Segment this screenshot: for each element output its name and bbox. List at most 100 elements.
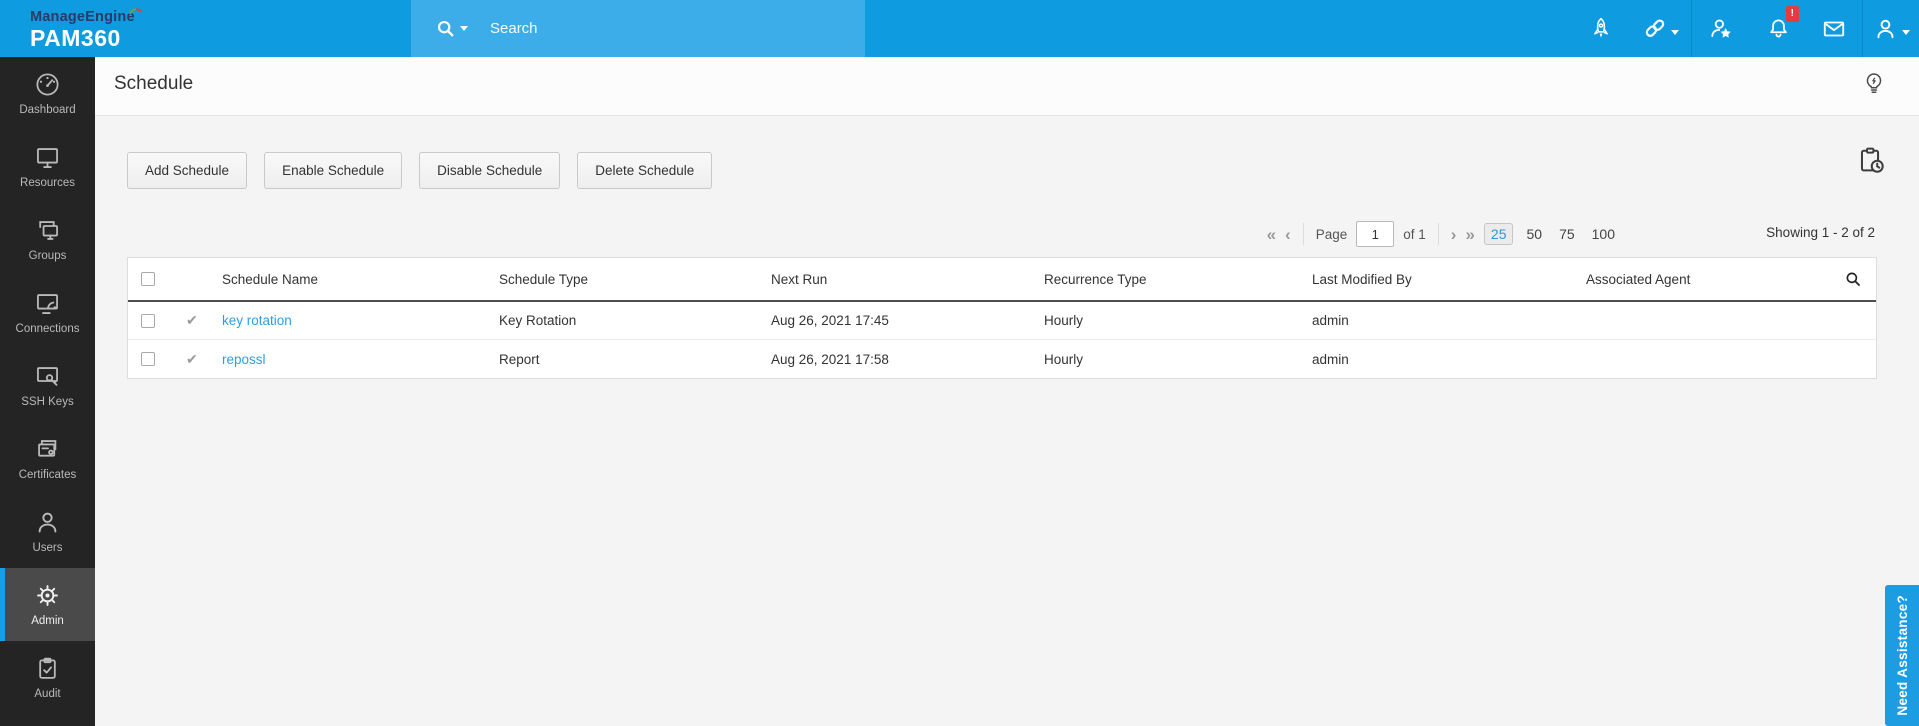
person-icon — [38, 512, 57, 533]
column-last-modified-by: Last Modified By — [1312, 271, 1412, 287]
table-header-row: Schedule Name Schedule Type Next Run Rec… — [128, 258, 1876, 302]
sidebar-item-users[interactable]: Users — [0, 495, 95, 568]
brand-logo[interactable]: ManageEngine PAM360 — [30, 8, 143, 51]
pager: « ‹ Page of 1 › » 25 50 75 100 — [1267, 219, 1619, 249]
delete-schedule-button[interactable]: Delete Schedule — [577, 152, 713, 189]
monitor-icon — [37, 148, 58, 168]
need-assistance-tab[interactable]: Need Assistance? — [1885, 585, 1919, 726]
pager-separator — [1302, 223, 1304, 245]
global-search-bar — [411, 0, 865, 57]
clipboard-check-icon — [39, 657, 56, 679]
disable-schedule-button[interactable]: Disable Schedule — [419, 152, 561, 189]
brand-company: ManageEngine — [30, 8, 143, 25]
user-star-icon[interactable] — [1692, 0, 1750, 57]
next-page-button[interactable]: › — [1451, 226, 1457, 243]
mail-icon[interactable] — [1806, 0, 1862, 57]
sidebar-item-label: SSH Keys — [21, 396, 74, 408]
recurrence-type-cell: Hourly — [1044, 351, 1084, 367]
sidebar-item-label: Connections — [15, 323, 80, 335]
monitor-dish-icon — [37, 294, 58, 314]
column-schedule-name: Schedule Name — [222, 271, 319, 287]
row-checkbox[interactable] — [141, 352, 155, 366]
last-modified-by-cell: admin — [1312, 313, 1349, 328]
schedule-toolbar: Add Schedule Enable Schedule Disable Sch… — [127, 152, 713, 189]
page-title: Schedule — [114, 73, 194, 94]
schedule-name-link[interactable]: key rotation — [222, 313, 292, 328]
column-recurrence-type: Recurrence Type — [1044, 271, 1147, 287]
search-scope-icon[interactable] — [435, 18, 468, 40]
help-bulb-icon[interactable] — [1862, 71, 1886, 102]
notification-badge: ! — [1785, 6, 1799, 22]
account-user-icon[interactable] — [1863, 0, 1919, 57]
sidebar-item-label: Dashboard — [19, 104, 76, 116]
table-search-icon[interactable] — [1844, 270, 1876, 288]
next-run-cell: Aug 26, 2021 17:45 — [771, 313, 889, 328]
notifications-bell-icon[interactable]: ! — [1750, 0, 1806, 57]
rocket-icon[interactable] — [1573, 0, 1629, 57]
sidebar-item-resources[interactable]: Resources — [0, 130, 95, 203]
table-row: ✔ repossl Report Aug 26, 2021 17:58 Hour… — [128, 340, 1876, 378]
sidebar-item-admin[interactable]: Admin — [0, 568, 95, 641]
certificate-cards-icon — [38, 440, 57, 457]
sidebar-item-label: Certificates — [18, 469, 77, 481]
page-number-input[interactable] — [1356, 221, 1395, 247]
sidebar-item-label: Resources — [20, 177, 75, 189]
sidebar-item-dashboard[interactable]: Dashboard — [0, 57, 95, 130]
add-schedule-button[interactable]: Add Schedule — [127, 152, 248, 189]
sidebar-item-audit[interactable]: Audit — [0, 641, 95, 714]
next-run-cell: Aug 26, 2021 17:58 — [771, 351, 889, 367]
gauge-icon — [36, 73, 59, 96]
page-size-100[interactable]: 100 — [1588, 224, 1619, 244]
recurrence-type-cell: Hourly — [1044, 313, 1084, 328]
topbar-actions: ! — [1573, 0, 1919, 57]
sidebar-item-certificates[interactable]: Certificates — [0, 422, 95, 495]
schedule-report-icon[interactable] — [1856, 145, 1887, 181]
first-page-button[interactable]: « — [1267, 226, 1276, 243]
sidebar-item-connections[interactable]: Connections — [0, 276, 95, 349]
page-size-75[interactable]: 75 — [1555, 224, 1579, 244]
pagination-row: « ‹ Page of 1 › » 25 50 75 100 Showing 1… — [127, 219, 1877, 249]
select-all-checkbox[interactable] — [141, 272, 155, 286]
sidebar-item-label: Groups — [28, 250, 67, 262]
schedule-table: Schedule Name Schedule Type Next Run Rec… — [127, 257, 1877, 379]
sidebar-item-label: Audit — [34, 688, 61, 700]
last-modified-by-cell: admin — [1312, 351, 1349, 367]
search-caret-icon — [460, 26, 468, 31]
showing-count: Showing 1 - 2 of 2 — [1766, 225, 1875, 240]
table-row: ✔ key rotation Key Rotation Aug 26, 2021… — [128, 302, 1876, 340]
monitors-icon — [39, 221, 58, 240]
topbar: ManageEngine PAM360 Search ! — [0, 0, 1919, 57]
page-size-25[interactable]: 25 — [1483, 223, 1514, 245]
last-page-button[interactable]: » — [1465, 226, 1474, 243]
schedule-name-link[interactable]: repossl — [222, 352, 266, 367]
sidebar-nav: Dashboard Resources Groups Connections S… — [0, 57, 95, 726]
enabled-check-icon: ✔ — [186, 350, 198, 367]
sidebar-item-groups[interactable]: Groups — [0, 203, 95, 276]
enable-schedule-button[interactable]: Enable Schedule — [264, 152, 403, 189]
brand-product: PAM360 — [30, 25, 121, 51]
sidebar-item-label: Users — [32, 542, 63, 554]
schedule-type-cell: Key Rotation — [499, 313, 577, 328]
account-caret-icon — [1901, 30, 1910, 35]
column-schedule-type: Schedule Type — [499, 271, 589, 287]
page-header: Schedule — [95, 57, 1919, 116]
sidebar-item-label: Admin — [31, 615, 64, 627]
link-icon[interactable] — [1629, 0, 1691, 57]
need-assistance-label: Need Assistance? — [1894, 595, 1910, 716]
monitor-key-icon — [37, 367, 58, 386]
brand-swoosh-icon — [128, 4, 143, 20]
prev-page-button[interactable]: ‹ — [1285, 226, 1291, 243]
page-size-50[interactable]: 50 — [1522, 224, 1546, 244]
page-of-label: of 1 — [1403, 226, 1426, 242]
enabled-check-icon: ✔ — [186, 312, 198, 328]
link-caret-icon — [1670, 30, 1679, 35]
pager-separator — [1437, 223, 1439, 245]
search-input[interactable] — [490, 20, 820, 37]
page-label: Page — [1315, 226, 1348, 242]
row-checkbox[interactable] — [141, 313, 155, 328]
sidebar-item-ssh-keys[interactable]: SSH Keys — [0, 349, 95, 422]
gear-icon — [37, 585, 58, 606]
schedule-type-cell: Report — [499, 351, 540, 367]
column-associated-agent: Associated Agent — [1586, 271, 1691, 287]
column-next-run: Next Run — [771, 271, 828, 287]
